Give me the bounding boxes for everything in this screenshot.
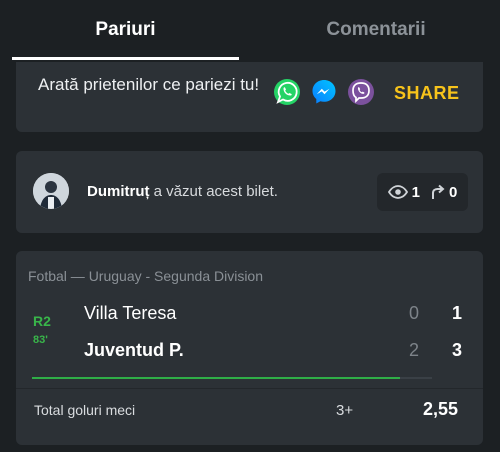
viber-icon[interactable] [347, 78, 375, 106]
share-button[interactable]: SHARE [394, 83, 460, 104]
tab-bar: Pariuri Comentarii [0, 0, 500, 62]
tab-comentarii[interactable]: Comentarii [252, 0, 500, 59]
home-team-name: Villa Teresa [84, 303, 177, 323]
bet-market: Total goluri meci [34, 402, 136, 418]
home-halftime-score: 0 [409, 303, 420, 323]
match-progress-fill [32, 377, 400, 379]
viewer-message: Dumitruț a văzut acest bilet. [87, 183, 278, 200]
share-arrow-icon [432, 184, 445, 199]
shares-stat: 0 [430, 184, 457, 201]
viewer-name[interactable]: Dumitruț [87, 183, 150, 200]
match-period: R2 [33, 313, 51, 329]
divider [16, 388, 483, 389]
league-label: Fotbal — Uruguay - Segunda Division [28, 268, 264, 284]
active-tab-indicator [12, 57, 239, 60]
match-minute: 83' [33, 334, 48, 346]
views-count: 1 [411, 183, 420, 201]
share-prompt: Arată prietenilor ce pariezi tu! [38, 75, 260, 94]
whatsapp-icon[interactable] [273, 78, 301, 106]
bet-odds: 2,55 [423, 399, 459, 419]
viewer-card: Dumitruț a văzut acest bilet. 1 0 [16, 151, 483, 233]
views-stat: 1 [387, 183, 420, 201]
bet-selection: 3+ [336, 402, 354, 419]
eye-icon [387, 185, 408, 199]
messenger-icon[interactable] [310, 78, 338, 106]
away-score: 3 [452, 340, 463, 360]
match-card[interactable]: Fotbal — Uruguay - Segunda Division R2 8… [16, 251, 483, 445]
shares-count: 0 [449, 183, 458, 201]
home-score: 1 [452, 303, 463, 323]
away-team-name: Juventud P. [84, 340, 184, 360]
avatar[interactable] [33, 173, 69, 209]
match-progress-bar [32, 377, 432, 379]
ticket-stats: 1 0 [377, 173, 468, 211]
viewer-action-text: a văzut acest bilet. [149, 183, 278, 200]
tab-pariuri[interactable]: Pariuri [12, 0, 239, 59]
share-card: Arată prietenilor ce pariezi tu! SHARE [16, 62, 483, 132]
away-halftime-score: 2 [409, 340, 420, 360]
